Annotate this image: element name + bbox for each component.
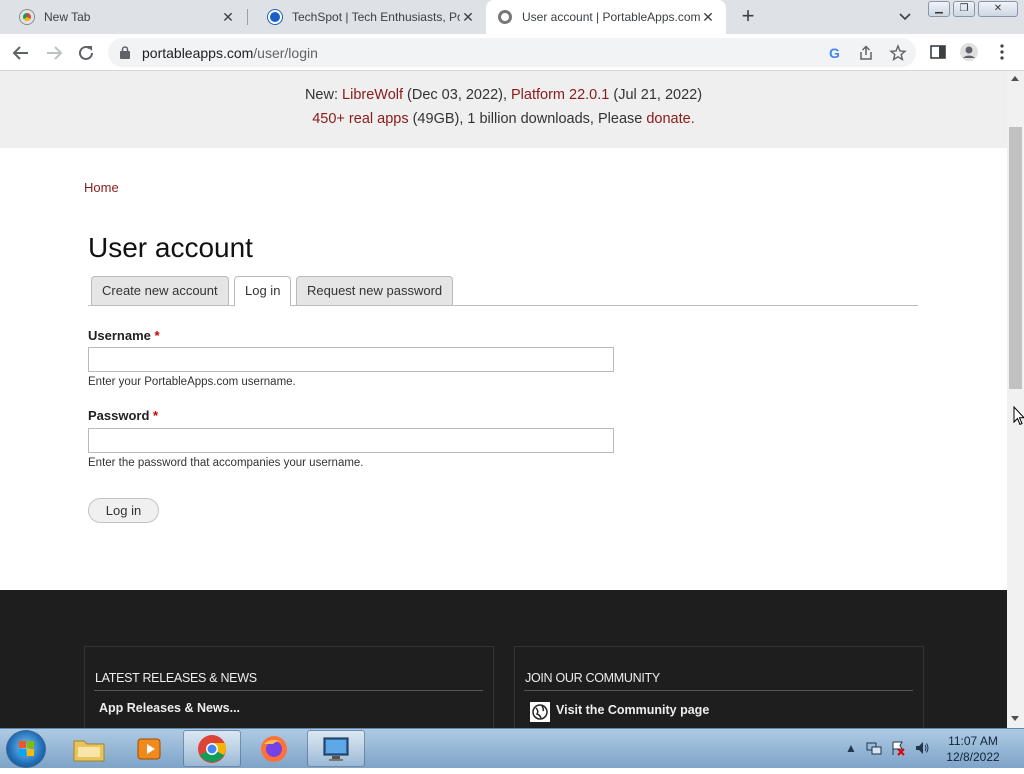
banner-line-2: 450+ real apps (49GB), 1 billion downloa… bbox=[0, 111, 1007, 127]
username-help: Enter your PortableApps.com username. bbox=[88, 376, 296, 388]
browser-tab-new-tab[interactable]: New Tab ✕ bbox=[0, 0, 246, 34]
clock-time: 11:07 AM bbox=[948, 734, 998, 748]
page-title: User account bbox=[88, 232, 253, 263]
globe-icon bbox=[530, 702, 550, 722]
chrome-taskbar[interactable] bbox=[183, 730, 241, 767]
url-text: portableapps.com/user/login bbox=[142, 45, 318, 61]
login-button[interactable]: Log in bbox=[88, 498, 159, 523]
mouse-cursor-icon bbox=[1013, 406, 1024, 426]
banner-text: (49GB), 1 billion downloads, Please bbox=[408, 111, 647, 127]
banner-text: (Jul 21, 2022) bbox=[609, 87, 703, 103]
divider bbox=[94, 690, 483, 691]
divider bbox=[524, 690, 913, 691]
browser-toolbar: portableapps.com/user/login G bbox=[0, 34, 1024, 71]
windows-logo-icon bbox=[19, 741, 34, 756]
remote-desktop-taskbar[interactable] bbox=[307, 730, 365, 767]
monitor-icon bbox=[323, 737, 349, 761]
minimize-icon[interactable]: ▁ bbox=[928, 1, 950, 17]
tab-title: New Tab bbox=[44, 10, 91, 24]
platform-link[interactable]: Platform 22.0.1 bbox=[511, 87, 609, 103]
scrollbar-thumb[interactable] bbox=[1009, 127, 1022, 389]
restore-icon[interactable]: ❐ bbox=[953, 1, 975, 17]
chrome-icon bbox=[20, 10, 34, 24]
network-icon[interactable] bbox=[866, 740, 882, 756]
profile-avatar-icon[interactable] bbox=[959, 42, 979, 62]
browser-tab-strip: New Tab ✕ TechSpot | Tech Enthusiasts, P… bbox=[0, 0, 1024, 34]
donate-link[interactable]: donate. bbox=[646, 111, 694, 127]
techspot-icon bbox=[268, 10, 282, 24]
menu-kebab-icon[interactable] bbox=[992, 42, 1012, 62]
tab-create-new-account[interactable]: Create new account bbox=[91, 276, 229, 305]
page-viewport: New: LibreWolf (Dec 03, 2022), Platform … bbox=[0, 71, 1007, 728]
close-tab-icon[interactable]: ✕ bbox=[220, 9, 236, 25]
reload-icon[interactable] bbox=[75, 42, 97, 64]
google-translate-icon[interactable]: G bbox=[826, 44, 844, 62]
scroll-up-icon[interactable] bbox=[1011, 76, 1019, 81]
close-window-icon[interactable]: ✕ bbox=[978, 1, 1018, 17]
tab-request-new-password[interactable]: Request new password bbox=[296, 276, 454, 305]
real-apps-link[interactable]: 450+ real apps bbox=[312, 111, 408, 127]
banner-line-1: New: LibreWolf (Dec 03, 2022), Platform … bbox=[0, 87, 1007, 103]
lock-icon bbox=[120, 46, 130, 59]
required-marker: * bbox=[154, 328, 160, 343]
svg-text:G: G bbox=[829, 45, 840, 61]
username-label-text: Username bbox=[88, 328, 151, 343]
tab-search-chevron-icon[interactable] bbox=[896, 8, 914, 26]
username-label: Username * bbox=[88, 328, 160, 343]
site-footer: LATEST RELEASES & NEWS App Releases & Ne… bbox=[0, 590, 1007, 728]
bookmark-star-icon[interactable] bbox=[889, 44, 907, 62]
media-player-icon bbox=[137, 738, 161, 759]
tab-title: User account | PortableApps.com bbox=[522, 10, 700, 24]
start-button[interactable] bbox=[6, 730, 46, 768]
password-help: Enter the password that accompanies your… bbox=[88, 457, 364, 469]
windows-taskbar: ▲ 11:07 AM 12/8/2022 bbox=[0, 728, 1024, 768]
chrome-icon bbox=[198, 734, 226, 763]
tab-log-in[interactable]: Log in bbox=[234, 276, 292, 306]
required-marker: * bbox=[153, 408, 159, 423]
close-tab-icon[interactable]: ✕ bbox=[460, 9, 476, 25]
username-input[interactable] bbox=[88, 347, 614, 372]
firefox-taskbar[interactable] bbox=[245, 730, 303, 767]
community-heading: JOIN OUR COMMUNITY bbox=[525, 671, 660, 685]
share-icon[interactable] bbox=[857, 44, 875, 62]
app-releases-link[interactable]: App Releases & News... bbox=[99, 701, 240, 715]
latest-releases-heading: LATEST RELEASES & NEWS bbox=[95, 671, 257, 685]
side-panel-icon[interactable] bbox=[928, 42, 948, 62]
portableapps-icon bbox=[498, 10, 512, 24]
banner-text: (Dec 03, 2022), bbox=[403, 87, 512, 103]
back-icon[interactable] bbox=[10, 42, 32, 64]
breadcrumb-home[interactable]: Home bbox=[84, 180, 119, 195]
page-scrollbar[interactable] bbox=[1007, 71, 1024, 728]
community-page-link[interactable]: Visit the Community page bbox=[556, 703, 709, 717]
password-label: Password * bbox=[88, 408, 158, 423]
show-hidden-icons[interactable]: ▲ bbox=[845, 741, 857, 755]
community-box: JOIN OUR COMMUNITY Visit the Community p… bbox=[514, 646, 924, 728]
librewolf-link[interactable]: LibreWolf bbox=[342, 87, 403, 103]
clock-date: 12/8/2022 bbox=[946, 750, 1000, 764]
firefox-icon bbox=[261, 735, 287, 762]
banner-text: New: bbox=[304, 87, 343, 103]
latest-releases-box: LATEST RELEASES & NEWS App Releases & Ne… bbox=[84, 646, 494, 728]
action-center-flag-icon[interactable] bbox=[890, 740, 906, 756]
password-label-text: Password bbox=[88, 408, 150, 423]
announcement-banner: New: LibreWolf (Dec 03, 2022), Platform … bbox=[0, 71, 1007, 148]
folder-icon bbox=[73, 740, 105, 761]
scroll-down-icon[interactable] bbox=[1011, 716, 1019, 721]
url-path: /user/login bbox=[253, 45, 318, 61]
system-clock[interactable]: 11:07 AM 12/8/2022 bbox=[940, 733, 1006, 765]
url-domain: portableapps.com bbox=[142, 45, 254, 61]
new-tab-icon[interactable]: + bbox=[737, 5, 759, 27]
browser-tab-techspot[interactable]: TechSpot | Tech Enthusiasts, Pow ✕ bbox=[248, 0, 486, 34]
browser-tab-user-account[interactable]: User account | PortableApps.com ✕ bbox=[486, 0, 726, 34]
volume-icon[interactable] bbox=[914, 740, 930, 756]
file-explorer-taskbar[interactable] bbox=[60, 730, 118, 767]
forward-icon[interactable] bbox=[43, 42, 65, 64]
account-tabs: Create new account Log in Request new pa… bbox=[88, 276, 918, 306]
password-input[interactable] bbox=[88, 428, 614, 453]
tab-title: TechSpot | Tech Enthusiasts, Pow bbox=[292, 10, 460, 24]
address-bar[interactable]: portableapps.com/user/login G bbox=[108, 38, 916, 67]
media-player-taskbar[interactable] bbox=[121, 730, 179, 767]
close-tab-icon[interactable]: ✕ bbox=[700, 9, 716, 25]
